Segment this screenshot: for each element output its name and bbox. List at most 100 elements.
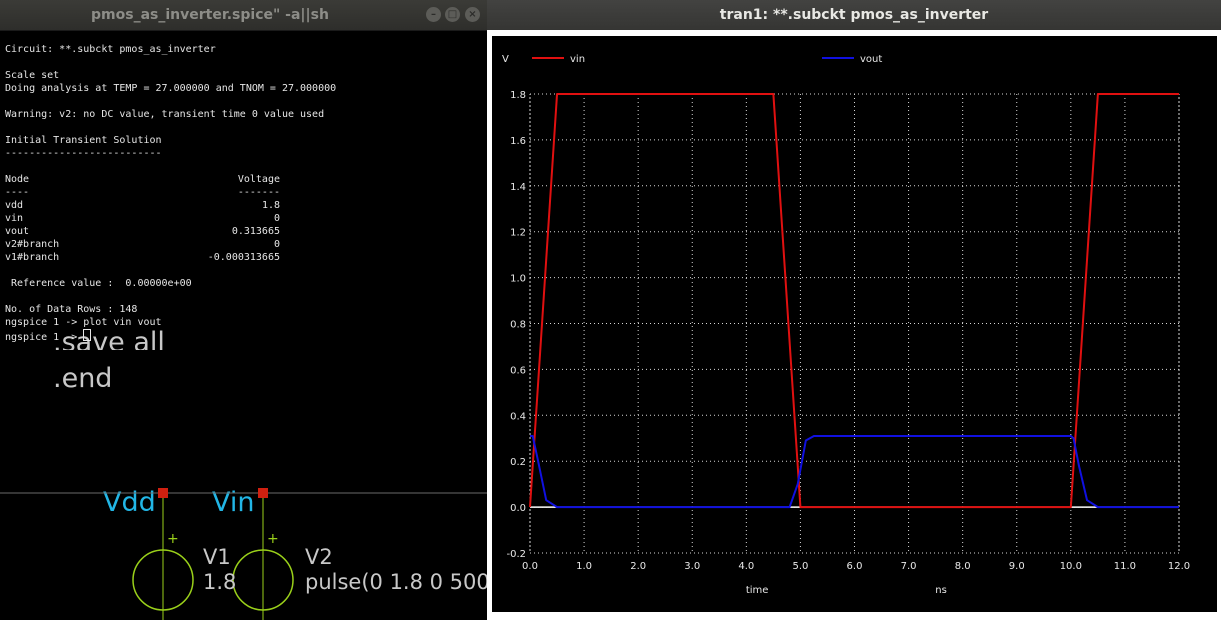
cursor-icon	[83, 329, 92, 341]
terminal-line-text: ----	[5, 187, 30, 198]
terminal-line-value: 0	[273, 213, 280, 224]
terminal-line-value: 0	[273, 239, 280, 250]
terminal-line-text: Warning: v2: no DC value, transient time…	[5, 109, 325, 120]
plot-window: tran1: **.subckt pmos_as_inverter 0.0 1.0…	[487, 0, 1221, 620]
y-tick-label: 1.6	[510, 136, 526, 147]
terminal-body[interactable]: .save all .end Vdd Vin + + V1 1.8 V2 pul…	[0, 30, 487, 620]
pin-vdd	[158, 488, 168, 498]
x-tick-label: 12.0	[1168, 561, 1190, 572]
transient-plot[interactable]: 0.0 1.0 2.0 3.0 4.0 5.0 6.0 7.0 8.0 9.0 10.0 11.0 12…	[492, 36, 1217, 612]
y-tick-label: 1.2	[510, 228, 526, 239]
terminal-line: Reference value : 0.00000e+00	[5, 277, 475, 290]
source-v1-value: 1.8	[203, 570, 237, 594]
terminal-line-text: --------------------------	[5, 148, 162, 159]
desktop: pmos_as_inverter.spice" -a||sh – □ × .sa…	[0, 0, 1221, 620]
terminal-title: pmos_as_inverter.spice" -a||sh	[91, 7, 329, 23]
plot-canvas[interactable]: 0.0 1.0 2.0 3.0 4.0 5.0 6.0 7.0 8.0 9.0 10.0 11.0 12…	[492, 36, 1217, 612]
y-tick-label: 0.2	[510, 457, 526, 468]
terminal-line-text: v2#branch	[5, 239, 60, 250]
source-v1-name: V1	[203, 545, 231, 569]
x-tick-label: 1.0	[576, 561, 592, 572]
terminal-line: vdd 1.8	[5, 199, 475, 212]
terminal-line: ---- -------	[5, 186, 475, 199]
terminal-line: Circuit: **.subckt pmos_as_inverter	[5, 43, 475, 56]
terminal-line: Initial Transient Solution	[5, 134, 475, 147]
terminal-line: v2#branch 0	[5, 238, 475, 251]
terminal-line: ngspice 1 ->	[5, 329, 475, 343]
x-tick-label: 8.0	[955, 561, 971, 572]
terminal-line-text: ngspice 1 -> plot vin vout	[5, 317, 162, 328]
terminal-line-text: vdd	[5, 200, 24, 211]
terminal-line: No. of Data Rows : 148	[5, 303, 475, 316]
x-tick-label: 7.0	[901, 561, 917, 572]
terminal-line-value: 0.313665	[231, 226, 280, 237]
svg-text:+: +	[267, 531, 279, 547]
source-v2-name: V2	[305, 545, 333, 569]
x-tick-label: 9.0	[1009, 561, 1025, 572]
close-icon[interactable]: ×	[465, 7, 480, 22]
terminal-line-text: Doing analysis at TEMP = 27.000000 and T…	[5, 83, 337, 94]
terminal-line-text: v1#branch	[5, 252, 60, 263]
y-tick-label: -0.2	[506, 549, 526, 560]
terminal-titlebar[interactable]: pmos_as_inverter.spice" -a||sh – □ ×	[0, 0, 487, 31]
y-tick-label: 0.6	[510, 365, 526, 376]
y-tick-label: 0.4	[510, 411, 526, 422]
x-axis-label: time	[746, 585, 769, 596]
minimize-icon[interactable]: –	[426, 7, 441, 22]
terminal-line-text: Initial Transient Solution	[5, 135, 162, 146]
x-tick-label: 11.0	[1114, 561, 1136, 572]
y-tick-label: 0.8	[510, 320, 526, 331]
terminal-line: vout 0.313665	[5, 225, 475, 238]
legend-label-vout: vout	[860, 54, 882, 65]
x-tick-label: 6.0	[847, 561, 863, 572]
terminal-line-text: vin	[5, 213, 24, 224]
plot-title: tran1: **.subckt pmos_as_inverter	[719, 7, 989, 23]
terminal-line-value: -------	[237, 187, 280, 198]
schematic-wires: + +	[0, 488, 487, 620]
x-axis-unit: ns	[935, 585, 947, 596]
terminal-line: vin 0	[5, 212, 475, 225]
x-tick-label: 4.0	[738, 561, 754, 572]
x-tick-label: 0.0	[522, 561, 538, 572]
x-tick-label: 2.0	[630, 561, 646, 572]
terminal-line-text: Scale set	[5, 70, 60, 81]
terminal-line: Warning: v2: no DC value, transient time…	[5, 108, 475, 121]
y-tick-label: 1.4	[510, 182, 526, 193]
terminal-line-value: Voltage	[237, 174, 280, 185]
terminal-line: Node Voltage	[5, 173, 475, 186]
terminal-output: Circuit: **.subckt pmos_as_inverter Scale…	[5, 43, 475, 343]
terminal-line-value: -0.000313665	[207, 252, 280, 263]
legend-label-vin: vin	[570, 54, 585, 65]
maximize-icon[interactable]: □	[445, 7, 460, 22]
terminal-line: ngspice 1 -> plot vin vout	[5, 316, 475, 329]
terminal-line-value: 1.8	[261, 200, 280, 211]
pin-vin	[258, 488, 268, 498]
terminal-line: Scale set	[5, 69, 475, 82]
terminal-line-text: vout	[5, 226, 30, 237]
terminal-line-text: Circuit: **.subckt pmos_as_inverter	[5, 44, 216, 55]
svg-text:+: +	[167, 531, 179, 547]
terminal-line-text: Reference value : 0.00000e+00	[5, 278, 192, 289]
terminal-line-text: No. of Data Rows : 148	[5, 304, 138, 315]
y-tick-label: 1.8	[510, 90, 526, 101]
terminal-window: pmos_as_inverter.spice" -a||sh – □ × .sa…	[0, 0, 487, 620]
terminal-line: --------------------------	[5, 147, 475, 160]
schematic-end-directive: .end	[53, 363, 113, 394]
x-tick-label: 3.0	[684, 561, 700, 572]
x-tick-label: 5.0	[792, 561, 808, 572]
y-tick-label: 0.0	[510, 503, 526, 514]
x-tick-label: 10.0	[1060, 561, 1082, 572]
plot-titlebar[interactable]: tran1: **.subckt pmos_as_inverter	[487, 0, 1221, 30]
terminal-line-text: ngspice 1 ->	[5, 332, 84, 343]
terminal-line: Doing analysis at TEMP = 27.000000 and T…	[5, 82, 475, 95]
terminal-line: v1#branch -0.000313665	[5, 251, 475, 264]
y-axis-label: V	[502, 54, 509, 65]
series-line-vin	[529, 93, 1179, 509]
source-v2-value: pulse(0 1.8 0 500	[305, 570, 487, 594]
